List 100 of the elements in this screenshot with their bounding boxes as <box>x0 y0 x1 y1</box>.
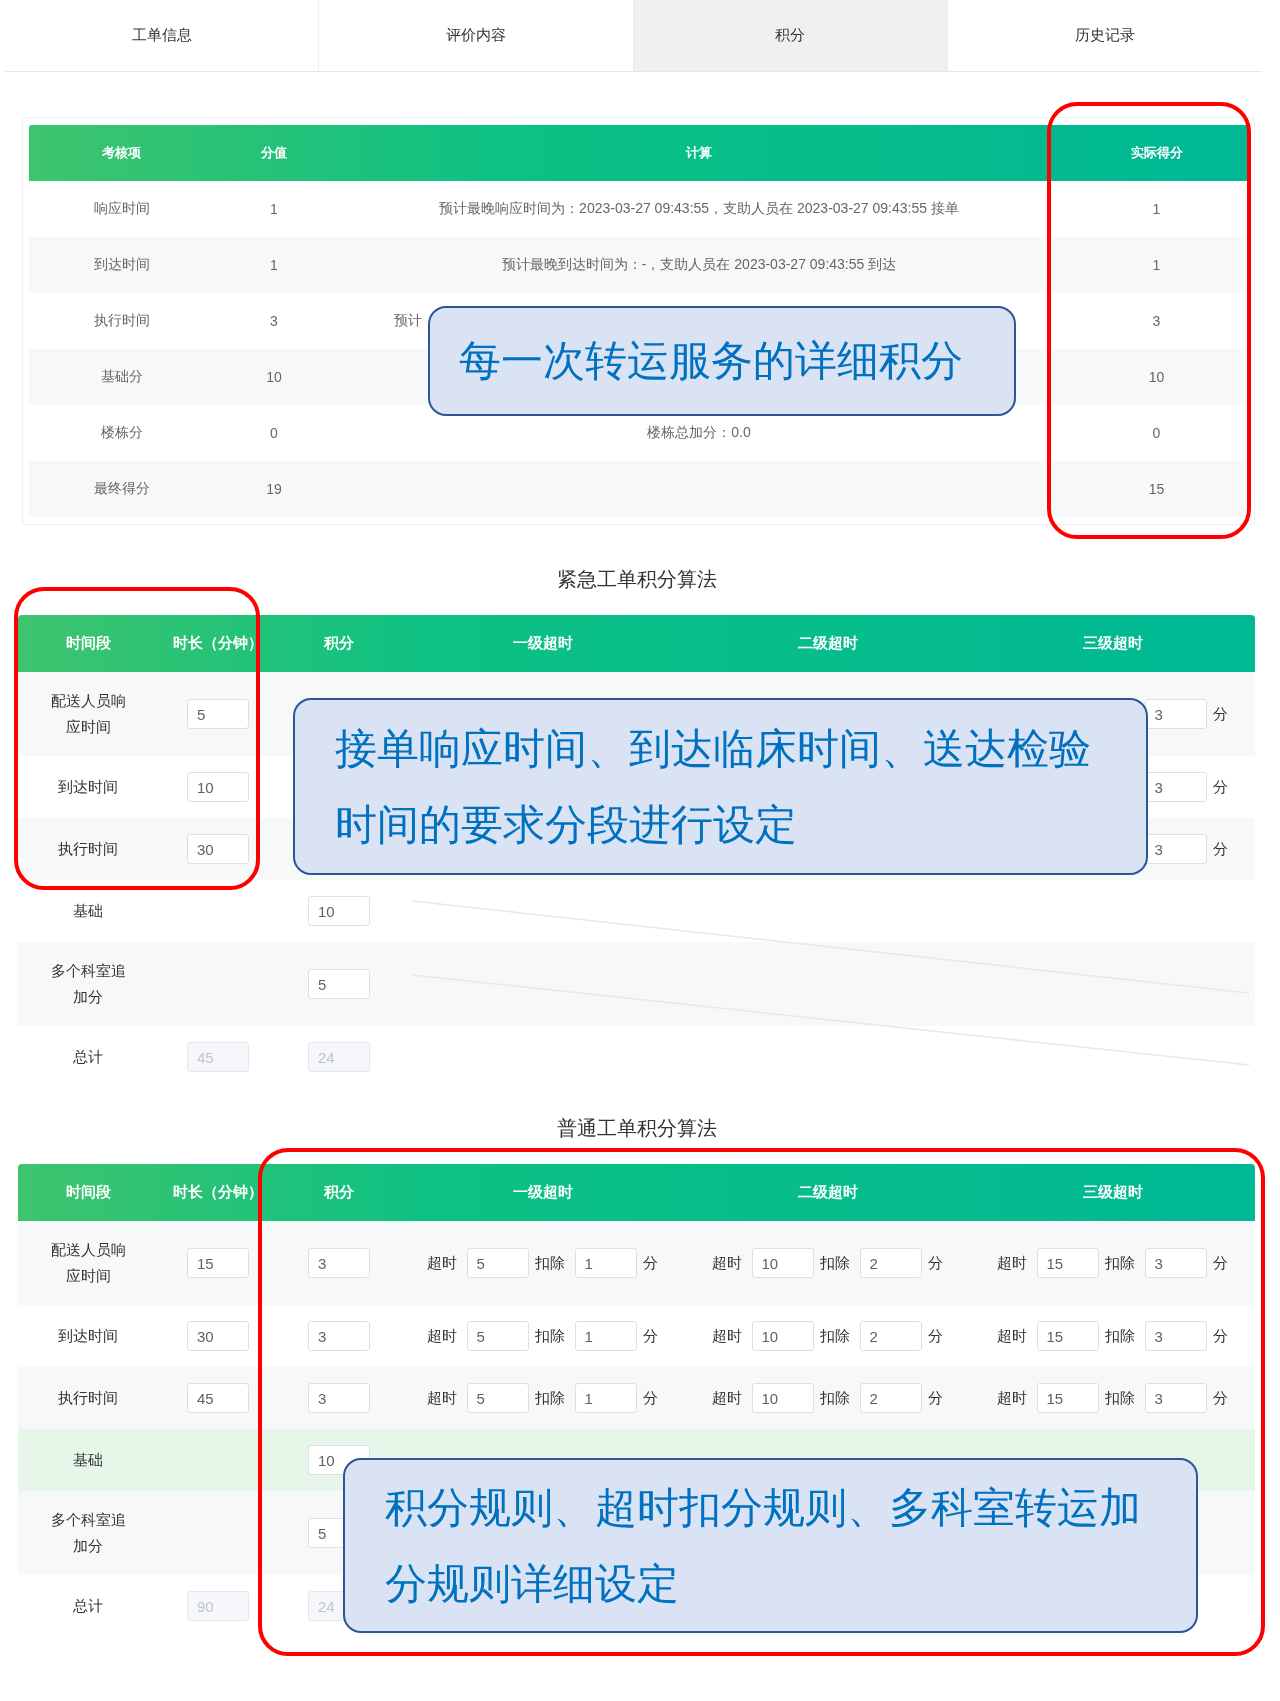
field-label: 扣除 <box>819 1388 851 1408</box>
input-field[interactable]: 30 <box>187 1321 249 1351</box>
unit-label: 分 <box>642 1388 659 1408</box>
field-label: 超时 <box>996 1388 1028 1408</box>
input-field[interactable]: 1 <box>574 1383 637 1413</box>
table-cell: 到达时间 <box>93 256 150 274</box>
input-field[interactable]: 10 <box>187 772 249 802</box>
field-label: 扣除 <box>819 1326 851 1346</box>
input-field[interactable]: 3 <box>1144 1383 1207 1413</box>
callout-tooltip: 接单响应时间、到达临床时间、送达检验时间的要求分段进行设定 <box>293 698 1148 875</box>
input-field[interactable]: 5 <box>308 969 370 999</box>
table-cell: 楼栋总加分：0.0 <box>647 424 751 442</box>
input-field[interactable]: 2 <box>859 1321 922 1351</box>
input-field[interactable]: 5 <box>466 1321 529 1351</box>
table-cell: 最终得分 <box>93 480 150 498</box>
input-field[interactable]: 3 <box>1144 1321 1207 1351</box>
column-header: 二级超时 <box>796 633 859 653</box>
input-field[interactable]: 15 <box>1036 1321 1099 1351</box>
field-label: 扣除 <box>1104 1326 1136 1346</box>
column-header: 一级超时 <box>511 1182 574 1202</box>
field-label: 扣除 <box>1104 1388 1136 1408</box>
row-label: 到达时间 <box>58 1326 118 1346</box>
input-field[interactable]: 1 <box>574 1321 637 1351</box>
table-cell: 执行时间 <box>93 312 150 330</box>
callout-tooltip: 积分规则、超时扣分规则、多科室转运加分规则详细设定 <box>343 1458 1198 1633</box>
column-header: 积分 <box>322 633 355 653</box>
column-header: 时长（分钟） <box>172 633 264 653</box>
input-field[interactable]: 5 <box>466 1248 529 1278</box>
input-field[interactable]: 1 <box>574 1248 637 1278</box>
row-label: 总计 <box>73 1596 103 1616</box>
input-field[interactable]: 10 <box>751 1321 814 1351</box>
unit-label: 分 <box>1212 777 1229 797</box>
input-field[interactable]: 5 <box>187 699 249 729</box>
input-field[interactable]: 15 <box>1036 1248 1099 1278</box>
table-cell: 15 <box>1148 481 1165 497</box>
row-label: 多个科室追加分 <box>49 961 127 1007</box>
column-header: 考核项 <box>101 144 142 162</box>
input-field[interactable]: 2 <box>859 1248 922 1278</box>
table-cell: 0 <box>270 425 278 441</box>
table-cell: 预计最晚到达时间为：-，支助人员在 2023-03-27 09:43:55 到达 <box>501 256 897 274</box>
row-label: 到达时间 <box>58 777 118 797</box>
column-header: 实际得分 <box>1129 144 1184 162</box>
field-label: 超时 <box>426 1253 458 1273</box>
input-field[interactable]: 2 <box>859 1383 922 1413</box>
column-header: 计算 <box>685 144 713 162</box>
unit-label: 分 <box>927 1326 944 1346</box>
field-label: 超时 <box>996 1253 1028 1273</box>
field-label: 扣除 <box>534 1326 566 1346</box>
unit-label: 分 <box>1212 1388 1229 1408</box>
input-field[interactable]: 15 <box>1036 1383 1099 1413</box>
input-field[interactable]: 10 <box>751 1383 814 1413</box>
table-cell: 基础分 <box>100 368 143 386</box>
input-field[interactable]: 10 <box>751 1248 814 1278</box>
input-field[interactable]: 45 <box>187 1383 249 1413</box>
field-label: 扣除 <box>819 1253 851 1273</box>
field-label: 超时 <box>426 1388 458 1408</box>
field-label: 扣除 <box>534 1388 566 1408</box>
input-field[interactable]: 15 <box>187 1248 249 1278</box>
input-field[interactable]: 3 <box>308 1248 370 1278</box>
table-cell: 1 <box>1152 201 1161 217</box>
input-field[interactable]: 10 <box>308 896 370 926</box>
table-cell: 0 <box>1152 425 1161 441</box>
column-header: 时长（分钟） <box>172 1182 264 1202</box>
row-label: 执行时间 <box>58 839 118 859</box>
field-label: 超时 <box>996 1326 1028 1346</box>
column-header: 三级超时 <box>1081 633 1144 653</box>
column-header: 一级超时 <box>511 633 574 653</box>
field-label: 超时 <box>711 1253 743 1273</box>
field-label: 超时 <box>426 1326 458 1346</box>
unit-label: 分 <box>1212 704 1229 724</box>
unit-label: 分 <box>642 1326 659 1346</box>
column-header: 分值 <box>260 144 288 162</box>
table-cell: 3 <box>270 313 278 329</box>
column-header: 积分 <box>322 1182 355 1202</box>
field-label: 扣除 <box>1104 1253 1136 1273</box>
unit-label: 分 <box>1212 839 1229 859</box>
row-label: 执行时间 <box>58 1388 118 1408</box>
column-header: 二级超时 <box>796 1182 859 1202</box>
table-cell: 预计 <box>394 312 422 330</box>
column-header: 时间段 <box>64 633 112 653</box>
table-cell: 1 <box>270 257 278 273</box>
input-field[interactable]: 3 <box>1144 1248 1207 1278</box>
unit-label: 分 <box>642 1253 659 1273</box>
unit-label: 分 <box>1212 1253 1229 1273</box>
table-cell: 3 <box>1152 313 1161 329</box>
input-field[interactable]: 3 <box>1144 699 1207 729</box>
input-field[interactable]: 3 <box>308 1383 370 1413</box>
row-label: 配送人员响应时间 <box>49 1240 127 1286</box>
table-cell: 19 <box>266 481 282 497</box>
input-field[interactable]: 5 <box>466 1383 529 1413</box>
row-label: 总计 <box>73 1047 103 1067</box>
row-label: 基础 <box>73 901 103 921</box>
input-field[interactable]: 30 <box>187 834 249 864</box>
input-field[interactable]: 3 <box>308 1321 370 1351</box>
table-cell: 响应时间 <box>93 200 150 218</box>
tab[interactable]: 积分 <box>633 0 948 71</box>
table-cell: 1 <box>1152 257 1161 273</box>
field-label: 超时 <box>711 1326 743 1346</box>
unit-label: 分 <box>927 1253 944 1273</box>
column-header: 时间段 <box>64 1182 112 1202</box>
